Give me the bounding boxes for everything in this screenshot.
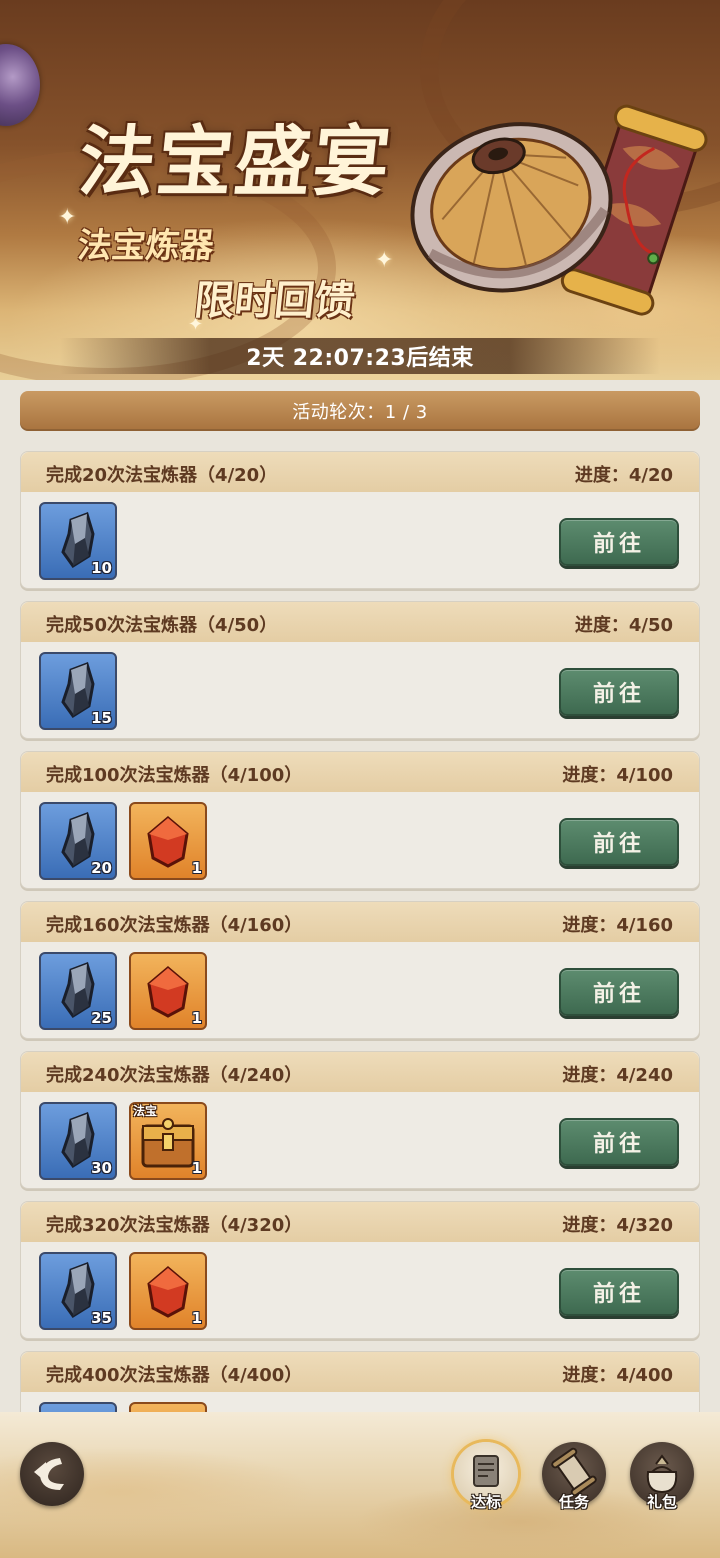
- reward-item-iron-ore[interactable]: 10: [39, 502, 117, 580]
- task-card: 完成240次法宝炼器（4/240） 进度：4/240 30 法宝 1 前往: [20, 1051, 700, 1189]
- reward-item-red-crystal[interactable]: 1: [129, 802, 207, 880]
- task-header: 完成400次法宝炼器（4/400） 进度：4/400: [21, 1352, 699, 1392]
- task-card: 完成400次法宝炼器（4/400） 进度：4/400: [20, 1351, 700, 1417]
- reward-item-iron-ore[interactable]: 35: [39, 1252, 117, 1330]
- banner-subtitle-reward: 限时回馈: [192, 277, 358, 324]
- back-button[interactable]: [20, 1442, 84, 1506]
- go-button[interactable]: 前往: [559, 1268, 679, 1316]
- task-progress: 进度：4/320: [562, 1215, 673, 1236]
- reward-quantity: 20: [91, 859, 112, 877]
- task-card: 完成320次法宝炼器（4/320） 进度：4/320 35 1 前往: [20, 1201, 700, 1339]
- task-list[interactable]: 完成20次法宝炼器（4/20） 进度：4/20 10 前往 完成50次法宝炼器（…: [20, 451, 700, 1417]
- event-banner: 法宝盛宴 法宝炼器 限时回馈 ✦ ✦ ✦ 2天 22:07:23后结束: [0, 0, 720, 380]
- task-name: 完成20次法宝炼器（4/20）: [46, 465, 278, 486]
- task-progress: 进度：4/400: [562, 1365, 673, 1386]
- straw-hat-artifact-icon: [410, 104, 708, 316]
- bottom-nav-bar: 达标 任务 礼包: [0, 1412, 720, 1558]
- task-card: 完成100次法宝炼器（4/100） 进度：4/100 20 1 前往: [20, 751, 700, 889]
- sparkle-icon: ✦: [188, 314, 204, 335]
- reward-item-iron-ore[interactable]: 15: [39, 652, 117, 730]
- task-name: 完成240次法宝炼器（4/240）: [46, 1065, 303, 1086]
- reward-item-iron-ore[interactable]: 25: [39, 952, 117, 1030]
- task-name: 完成400次法宝炼器（4/400）: [46, 1365, 303, 1386]
- go-button[interactable]: 前往: [559, 968, 679, 1016]
- nav-tab-tasks[interactable]: 任务: [542, 1442, 606, 1511]
- back-arrow-icon: [34, 1458, 64, 1490]
- task-progress: 进度：4/50: [574, 615, 673, 636]
- nav-tab-gift[interactable]: 礼包: [630, 1442, 694, 1511]
- sparkle-icon: ✦: [58, 205, 77, 230]
- reward-quantity: 1: [191, 1159, 202, 1177]
- nav-label: 达标: [470, 1493, 501, 1511]
- banner-subtitle-refine: 法宝炼器: [75, 226, 216, 266]
- nav-label: 任务: [558, 1493, 589, 1511]
- reward-item-red-crystal[interactable]: 1: [129, 952, 207, 1030]
- task-progress: 进度：4/100: [562, 765, 673, 786]
- task-progress: 进度：4/20: [574, 465, 673, 486]
- task-name: 完成100次法宝炼器（4/100）: [46, 765, 303, 786]
- activity-round-text: 活动轮次：1 / 3: [292, 402, 428, 423]
- go-button[interactable]: 前往: [559, 668, 679, 716]
- task-progress: 进度：4/160: [562, 915, 673, 936]
- reward-quantity: 35: [91, 1309, 112, 1327]
- task-card: 完成20次法宝炼器（4/20） 进度：4/20 10 前往: [20, 451, 700, 589]
- reward-item-treasure-chest[interactable]: 法宝 1: [129, 1102, 207, 1180]
- reward-tag: 法宝: [133, 1104, 158, 1118]
- task-header: 完成240次法宝炼器（4/240） 进度：4/240: [21, 1052, 699, 1092]
- nav-tab-achievement[interactable]: 达标: [454, 1442, 518, 1511]
- reward-quantity: 25: [91, 1009, 112, 1027]
- banner-title: 法宝盛宴: [74, 117, 396, 206]
- reward-quantity: 15: [91, 709, 112, 727]
- task-header: 完成100次法宝炼器（4/100） 进度：4/100: [21, 752, 699, 792]
- task-name: 完成50次法宝炼器（4/50）: [46, 615, 278, 636]
- reward-quantity: 10: [91, 559, 112, 577]
- task-header: 完成50次法宝炼器（4/50） 进度：4/50: [21, 602, 699, 642]
- task-header: 完成160次法宝炼器（4/160） 进度：4/160: [21, 902, 699, 942]
- reward-item-red-crystal[interactable]: 1: [129, 1252, 207, 1330]
- activity-round-bar: 活动轮次：1 / 3: [20, 391, 700, 431]
- go-button[interactable]: 前往: [559, 818, 679, 866]
- task-header: 完成20次法宝炼器（4/20） 进度：4/20: [21, 452, 699, 492]
- go-button[interactable]: 前往: [559, 518, 679, 566]
- reward-quantity: 1: [191, 1309, 202, 1327]
- nav-label: 礼包: [646, 1493, 677, 1511]
- task-name: 完成320次法宝炼器（4/320）: [46, 1215, 303, 1236]
- task-card: 完成50次法宝炼器（4/50） 进度：4/50 15 前往: [20, 601, 700, 739]
- task-card: 完成160次法宝炼器（4/160） 进度：4/160 25 1 前往: [20, 901, 700, 1039]
- reward-quantity: 1: [191, 1009, 202, 1027]
- go-button[interactable]: 前往: [559, 1118, 679, 1166]
- task-name: 完成160次法宝炼器（4/160）: [46, 915, 303, 936]
- reward-quantity: 1: [191, 859, 202, 877]
- reward-quantity: 30: [91, 1159, 112, 1177]
- reward-item-iron-ore[interactable]: 20: [39, 802, 117, 880]
- task-progress: 进度：4/240: [562, 1065, 673, 1086]
- sparkle-icon: ✦: [375, 248, 394, 273]
- purple-orb-icon: [0, 44, 40, 126]
- task-header: 完成320次法宝炼器（4/320） 进度：4/320: [21, 1202, 699, 1242]
- reward-item-iron-ore[interactable]: 30: [39, 1102, 117, 1180]
- countdown-text: 2天 22:07:23后结束: [246, 346, 474, 371]
- countdown-bar: 2天 22:07:23后结束: [60, 338, 660, 374]
